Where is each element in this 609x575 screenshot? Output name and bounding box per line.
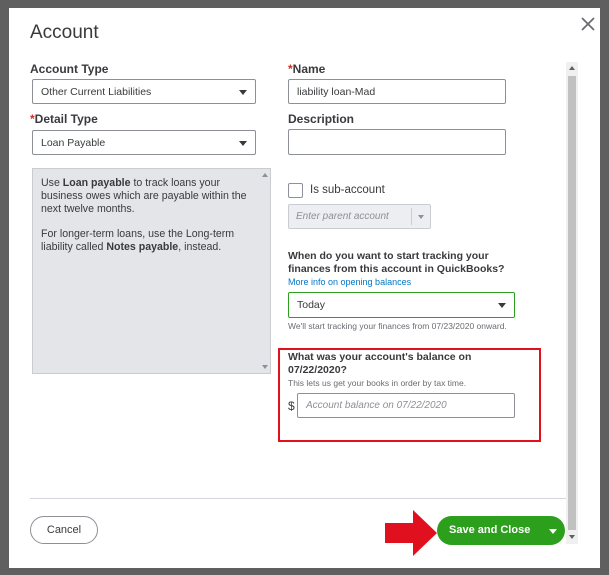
description-label: Description [288,112,355,126]
account-type-value: Other Current Liabilities [41,85,152,98]
description-scrollbar[interactable] [261,171,269,371]
description-paragraph-1: Use Loan payable to track loans your bus… [41,177,247,215]
chevron-down-icon [418,215,424,219]
tracking-start-value: Today [297,299,326,311]
scrollbar-thumb[interactable] [568,76,576,530]
description-input[interactable] [288,129,506,155]
balance-question: What was your account's balance on 07/22… [288,351,472,376]
account-dialog: Account Account Type Other Current Liabi… [9,8,600,568]
scroll-down-icon[interactable] [569,535,575,539]
parent-select-divider [411,208,412,225]
detail-type-value: Loan Payable [41,136,106,149]
dialog-scrollbar[interactable] [566,62,578,544]
detail-type-label: *Detail Type [30,112,98,126]
chevron-down-icon[interactable] [549,529,557,534]
tracking-question: When do you want to start tracking your … [288,250,505,275]
subaccount-label: Is sub-account [310,184,385,196]
subaccount-checkbox[interactable] [288,183,303,198]
save-and-close-label: Save and Close [449,524,531,536]
name-label-text: Name [292,62,326,76]
tracking-note: We'll start tracking your finances from … [288,321,507,331]
currency-symbol: $ [288,399,295,413]
name-input-value: liability loan-Mad [297,85,376,98]
opening-balances-link[interactable]: More info on opening balances [288,277,411,287]
account-type-select[interactable]: Other Current Liabilities [32,79,256,104]
backdrop [0,0,9,575]
chevron-down-icon [239,89,247,95]
annotation-arrow-icon [385,510,437,556]
chevron-down-icon [498,303,506,308]
balance-note: This lets us get your books in order by … [288,378,467,388]
dialog-title: Account [30,22,99,43]
detail-type-label-text: Detail Type [34,112,98,126]
description-paragraph-2: For longer-term loans, use the Long-term… [41,228,235,253]
footer-divider [30,498,566,499]
name-label: *Name [288,62,325,76]
detail-type-select[interactable]: Loan Payable [32,130,256,155]
cancel-button[interactable]: Cancel [30,516,98,544]
parent-account-select: Enter parent account [288,204,431,229]
balance-placeholder: Account balance on 07/22/2020 [306,400,447,411]
name-input[interactable]: liability loan-Mad [288,79,506,104]
balance-input[interactable]: Account balance on 07/22/2020 [297,393,515,418]
save-and-close-button[interactable]: Save and Close [437,516,565,545]
parent-account-placeholder: Enter parent account [296,211,389,222]
tracking-start-select[interactable]: Today [288,292,515,318]
scroll-up-icon[interactable] [569,66,575,70]
chevron-down-icon [239,140,247,146]
close-icon[interactable] [578,14,598,34]
detail-type-description: Use Loan payable to track loans your bus… [32,168,271,374]
account-type-label: Account Type [30,62,109,76]
